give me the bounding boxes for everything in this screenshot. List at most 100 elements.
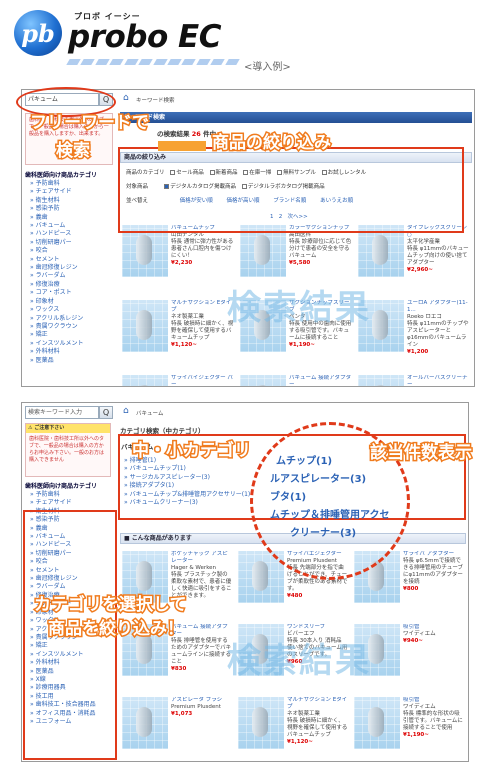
product-name[interactable]: 吸引管	[403, 624, 436, 631]
product-price: ¥800	[403, 586, 419, 592]
product-info: 吸引管 ワイディエム 特長 標準的な形状の吸引管です。バキュームに接続することで使用…	[403, 697, 464, 761]
category-item[interactable]: 予防歯科	[30, 491, 96, 499]
arrow-indicator	[158, 141, 206, 151]
product-image[interactable]	[240, 375, 286, 386]
callout-category: 中・小カテゴリ	[131, 440, 253, 463]
list-icon: ■	[124, 535, 130, 542]
zoom-item: ルアスピレーター(3)	[270, 474, 367, 485]
category-item[interactable]: インスツルメント	[30, 340, 84, 348]
category-item[interactable]: アクリル系レジン	[30, 315, 84, 323]
category-item[interactable]: バキューム	[30, 222, 83, 230]
product-card[interactable]: バキューム 接続アダプター	[240, 375, 352, 386]
product-maker: ネオ製薬工業	[171, 314, 205, 320]
notice-box: ⚠ ご注意下さい 歯科医院・歯科技工所以外へのタブで、一般品の場合は購入の方から…	[25, 423, 111, 477]
product-card[interactable]: マルチサクション Eタイプ ネオ製薬工業 特長 破損時に細かく、視野を確保して使用す…	[238, 697, 348, 761]
category-heading: 歯科医師向け商品カテゴリ	[25, 172, 98, 179]
product-name[interactable]: サライバイジェクター パー	[171, 375, 234, 386]
product-info: サライバイジェクター パー	[171, 375, 234, 386]
result-count: の検索結果 26 件中	[157, 130, 217, 138]
product-price: ¥830	[171, 666, 187, 672]
product-name[interactable]: 吸引管	[403, 697, 464, 704]
category-item[interactable]: 予防歯科	[30, 180, 83, 188]
product-card[interactable]: タイフレックスクリーン○ 太平化学産業 特長 φ11mmのバキュームチップ向けの使い…	[358, 225, 470, 291]
product-info: タイフレックスクリーン○ 太平化学産業 特長 φ11mmのバキュームチップ向けの使い…	[407, 225, 470, 291]
probo-logo-badge: pb	[14, 10, 62, 56]
breadcrumb: キーワード検索	[136, 98, 175, 104]
product-card[interactable]: オールバーバスクリーナー	[358, 375, 470, 386]
product-price: ¥1,190~	[403, 732, 429, 738]
product-info: マルチサクション Eタイプ ネオ製薬工業 特長 破損時に細かく、視野を確保して使用す…	[171, 300, 234, 366]
category-item[interactable]: 印象材	[30, 298, 83, 306]
product-card[interactable]: アスピレータ ブラシ Premium Plusdent ¥1,073	[122, 697, 232, 761]
notice-text: 歯科医院・歯科技工所以外へのタブで、一般品の場合は購入の方からお申込み下さい。一…	[29, 436, 105, 463]
category-item[interactable]: チェアサイド	[30, 499, 96, 507]
product-maker: ネオ製薬工業	[287, 711, 321, 717]
category-item[interactable]: 義歯	[30, 214, 83, 222]
zoom-item: ムチップ＆排唾管用アクセ	[270, 510, 390, 521]
product-info: オールバーバスクリーナー	[407, 375, 470, 386]
product-name[interactable]: ワンドスリーブ	[287, 624, 348, 631]
product-price: ¥480	[287, 593, 303, 599]
product-image[interactable]	[122, 300, 168, 352]
callout-select-category: カテゴリを選択して	[33, 594, 188, 617]
product-image[interactable]	[238, 697, 284, 749]
product-price: ¥940~	[403, 638, 423, 644]
category-item[interactable]: ハンドピース	[30, 230, 83, 238]
product-info: サライバ アダプター 特長 φ6.5mmで接続できる排唾管用のチューブにφ11mm…	[403, 551, 464, 617]
product-image[interactable]	[122, 375, 168, 386]
category-item[interactable]: 感染予防	[30, 205, 83, 213]
callout-filter: 商品の絞り込み	[211, 132, 333, 155]
product-card[interactable]: ユーロA アダプター(11-1... Roeko ロエコ 特長 φ11mmのチップや…	[358, 300, 470, 366]
category-item[interactable]: コア・ポスト	[30, 289, 83, 297]
product-price: ¥2,960~	[407, 267, 433, 273]
product-name[interactable]: マルチサクション Eタイプ	[287, 697, 348, 711]
product-card[interactable]: 吸引管 ワイディエム 特長 標準的な形状の吸引管です。バキュームに接続することで使用…	[354, 697, 464, 761]
category-item[interactable]: 衛生材料	[30, 197, 83, 205]
product-card[interactable]: サライバイジェクター パー	[122, 375, 234, 386]
product-card[interactable]: バキュームチップ 山田デンタル 特長 通常に弾力性がある患者さん口腔内を傷つけにくい…	[122, 225, 234, 291]
product-maker: Hager & Werken	[171, 565, 217, 571]
product-info: バキューム 接続アダプター	[289, 375, 352, 386]
product-description: 特長 破損時に細かく、視野を確保して使用するバキュームチップ	[287, 718, 348, 738]
search-button[interactable]: Q	[99, 406, 113, 419]
category-item[interactable]: 矯正	[30, 331, 83, 339]
product-description: 特長 破損時に細かく、視野を確保して使用するバキュームチップ	[171, 321, 234, 341]
home-icon[interactable]: ⌂	[123, 406, 129, 416]
product-description: 特長 標準的な形状の吸引管です。バキュームに接続することで使用	[403, 711, 463, 731]
product-image[interactable]	[358, 375, 404, 386]
category-item[interactable]: 咬合	[30, 247, 83, 255]
product-maker: 山田デンタル	[171, 232, 205, 238]
product-image[interactable]	[122, 697, 168, 749]
category-item[interactable]: 医薬品	[30, 357, 83, 365]
category-item[interactable]: 切削研磨パー	[30, 239, 83, 247]
product-maker: 高田医科	[289, 232, 312, 238]
product-name[interactable]: サライバ アダプター	[403, 551, 464, 558]
callout-freeword: フリーワードで	[29, 112, 151, 135]
product-name[interactable]: ポケッチャック アスピレーター	[171, 551, 232, 565]
product-info: バキュームチップ 山田デンタル 特長 通常に弾力性がある患者さん口腔内を傷つけにくい…	[171, 225, 234, 291]
zoom-item: ブタ(1)	[270, 492, 307, 503]
product-description: 特長 φ11mmのチップやアスピレーターとφ16mmのバキュームライン	[407, 321, 469, 348]
home-icon[interactable]: ⌂	[123, 93, 129, 103]
product-description: 特長 排唾管を使用するためのアダプターでバキュームラインに接続すること	[171, 638, 232, 665]
category-item[interactable]: ワックス	[30, 306, 83, 314]
product-card[interactable]: マルチサクション Eタイプ ネオ製薬工業 特長 破損時に細かく、視野を確保して使用す…	[122, 300, 234, 366]
product-name[interactable]: オールバーバスクリーナー	[407, 375, 470, 386]
category-item[interactable]: セメント	[30, 256, 83, 264]
product-name[interactable]: バキューム 接続アダプター	[289, 375, 352, 386]
search-input[interactable]: 検索キーワード入力	[25, 406, 99, 419]
product-description: 特長 通常に弾力性がある患者さん口腔内を傷つけにくい！	[171, 239, 234, 259]
product-name[interactable]: マルチサクション Eタイプ	[171, 300, 234, 314]
category-item[interactable]: チェアサイド	[30, 188, 83, 196]
product-name[interactable]: ユーロA アダプター(11-1...	[407, 300, 470, 314]
product-name[interactable]: アスピレータ ブラシ	[171, 697, 222, 704]
logo-name: probo EC	[68, 19, 221, 55]
zoom-item: ムチップ(1)	[276, 456, 333, 467]
product-price: ¥2,230	[171, 260, 193, 266]
category-item[interactable]: 外科材料	[30, 348, 83, 356]
product-info: ユーロA アダプター(11-1... Roeko ロエコ 特長 φ11mmのチップや…	[407, 300, 470, 366]
product-price: ¥1,073	[171, 711, 193, 717]
product-image[interactable]	[354, 697, 400, 749]
breadcrumb: バキューム	[136, 411, 164, 417]
category-item[interactable]: ラバーダム	[30, 272, 83, 280]
